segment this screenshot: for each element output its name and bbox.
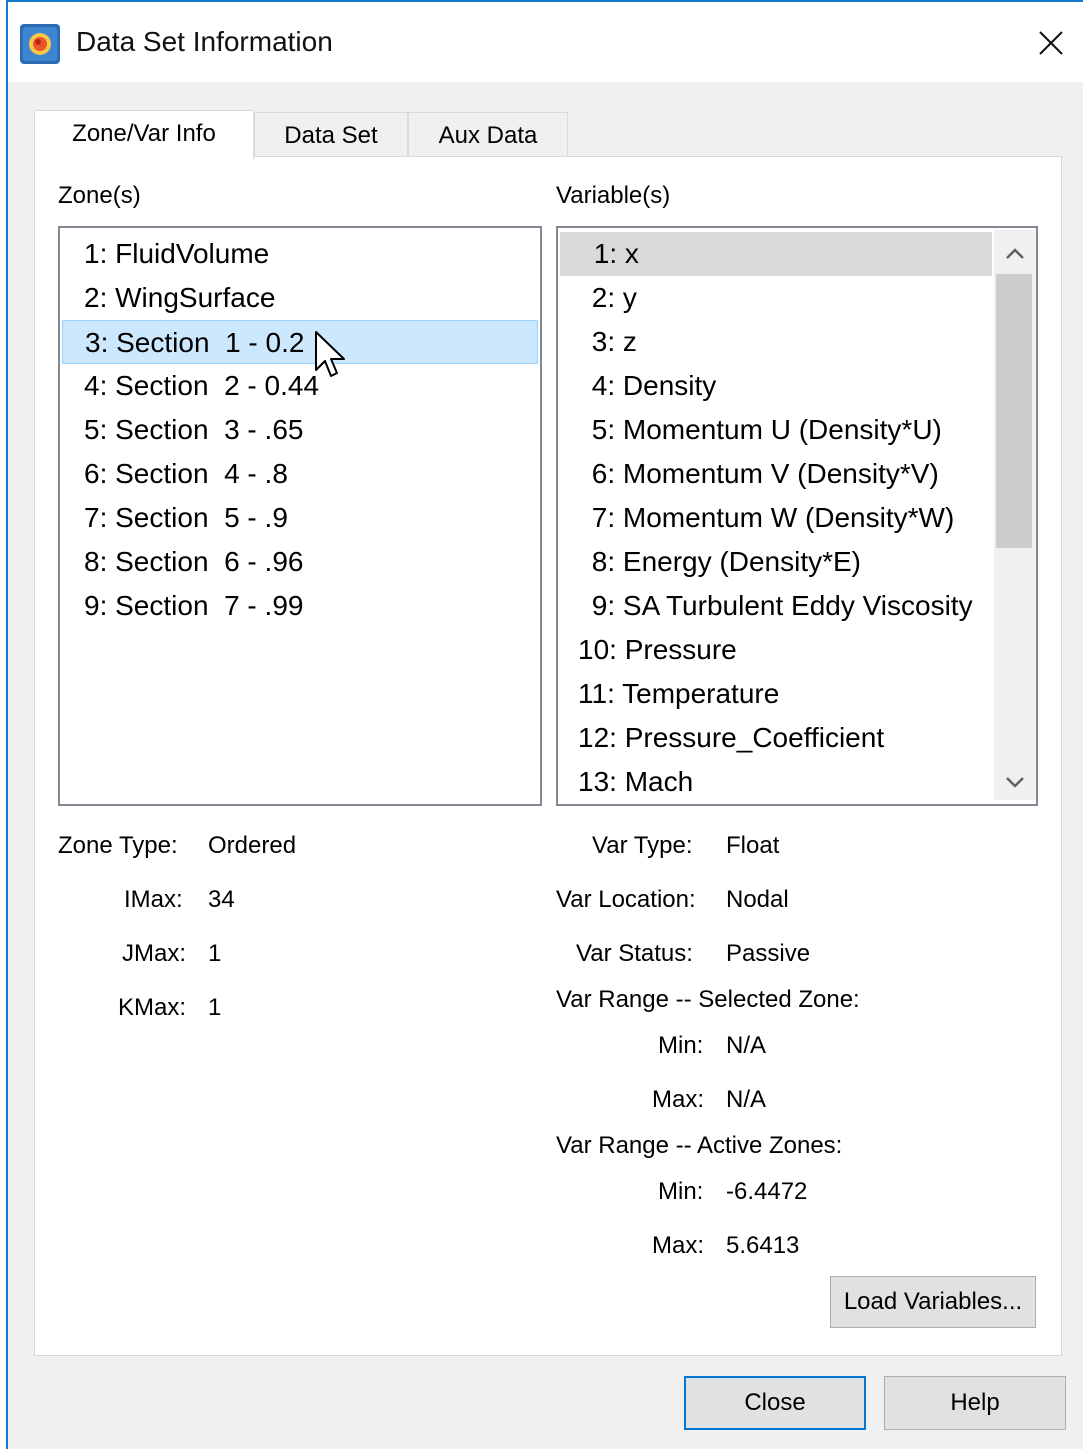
- jmax-label: JMax:: [122, 940, 187, 967]
- selected-min-label: Min:: [658, 1032, 704, 1059]
- zone-item[interactable]: 5: Section 3 - .65: [62, 408, 538, 452]
- selected-max-label: Max:: [652, 1086, 705, 1113]
- active-min-value: -6.4472: [726, 1178, 808, 1205]
- variable-item-selected[interactable]: 1: x: [560, 232, 992, 276]
- active-min-label: Min:: [658, 1178, 704, 1205]
- zone-item[interactable]: 8: Section 6 - .96: [62, 540, 538, 584]
- var-range-active-heading: Var Range -- Active Zones:: [556, 1132, 843, 1159]
- variables-list[interactable]: 1: x 2: y 3: z 4: Density 5: Momentum U …: [556, 226, 1038, 806]
- variables-header: Variable(s): [556, 182, 671, 209]
- variable-item[interactable]: 2: y: [560, 276, 992, 320]
- zones-list[interactable]: 1: FluidVolume 2: WingSurface 3: Section…: [58, 226, 542, 806]
- imax-value: 34: [208, 886, 235, 913]
- close-button[interactable]: Close: [684, 1376, 866, 1430]
- scroll-up-icon[interactable]: [994, 234, 1036, 276]
- window-title: Data Set Information: [76, 26, 333, 57]
- kmax-label: KMax:: [118, 994, 187, 1021]
- var-location-label: Var Location:: [556, 886, 696, 913]
- tab-aux-data[interactable]: Aux Data: [408, 112, 568, 158]
- variable-item[interactable]: 8: Energy (Density*E): [560, 540, 992, 584]
- variable-item[interactable]: 3: z: [560, 320, 992, 364]
- variable-item[interactable]: 9: SA Turbulent Eddy Viscosity: [560, 584, 992, 628]
- help-button[interactable]: Help: [884, 1376, 1066, 1430]
- variable-item[interactable]: 11: Temperature: [560, 672, 992, 716]
- var-location-value: Nodal: [726, 886, 789, 913]
- variables-scrollbar[interactable]: [994, 230, 1036, 800]
- app-icon: [20, 24, 60, 64]
- jmax-value: 1: [208, 940, 222, 967]
- zone-item[interactable]: 7: Section 5 - .9: [62, 496, 538, 540]
- variable-item[interactable]: 4: Density: [560, 364, 992, 408]
- zone-item[interactable]: 2: WingSurface: [62, 276, 538, 320]
- var-status-value: Passive: [726, 940, 811, 967]
- variable-item[interactable]: 5: Momentum U (Density*U): [560, 408, 992, 452]
- variable-item[interactable]: 7: Momentum W (Density*W): [560, 496, 992, 540]
- var-status-label: Var Status:: [576, 940, 693, 967]
- kmax-value: 1: [208, 994, 222, 1021]
- variable-item[interactable]: 6: Momentum V (Density*V): [560, 452, 992, 496]
- zone-item[interactable]: 1: FluidVolume: [62, 232, 538, 276]
- selected-min-value: N/A: [726, 1032, 767, 1059]
- var-range-selected-heading: Var Range -- Selected Zone:: [556, 986, 860, 1013]
- load-variables-button[interactable]: Load Variables...: [830, 1276, 1036, 1328]
- scrollbar-thumb[interactable]: [996, 274, 1032, 548]
- zone-type-value: Ordered: [208, 832, 297, 859]
- active-max-value: 5.6413: [726, 1232, 800, 1259]
- zone-item[interactable]: 9: Section 7 - .99: [62, 584, 538, 628]
- variable-item[interactable]: 13: Mach: [560, 760, 992, 804]
- tab-zone-var-info[interactable]: Zone/Var Info: [34, 110, 254, 160]
- zone-item[interactable]: 6: Section 4 - .8: [62, 452, 538, 496]
- active-max-label: Max:: [652, 1232, 705, 1259]
- zone-type-label: Zone Type:: [58, 832, 178, 859]
- imax-label: IMax:: [124, 886, 183, 913]
- variable-item[interactable]: 10: Pressure: [560, 628, 992, 672]
- mouse-cursor-icon: [314, 330, 350, 384]
- variable-item[interactable]: 12: Pressure_Coefficient: [560, 716, 992, 760]
- var-type-label: Var Type:: [592, 832, 693, 859]
- selected-max-value: N/A: [726, 1086, 767, 1113]
- scroll-down-icon[interactable]: [994, 760, 1036, 802]
- close-icon[interactable]: [1030, 24, 1070, 64]
- zones-header: Zone(s): [58, 182, 141, 209]
- var-type-value: Float: [726, 832, 780, 859]
- tab-data-set[interactable]: Data Set: [254, 112, 408, 158]
- zone-item[interactable]: 4: Section 2 - 0.44: [62, 364, 538, 408]
- zone-item-selected[interactable]: 3: Section 1 - 0.2: [62, 320, 538, 364]
